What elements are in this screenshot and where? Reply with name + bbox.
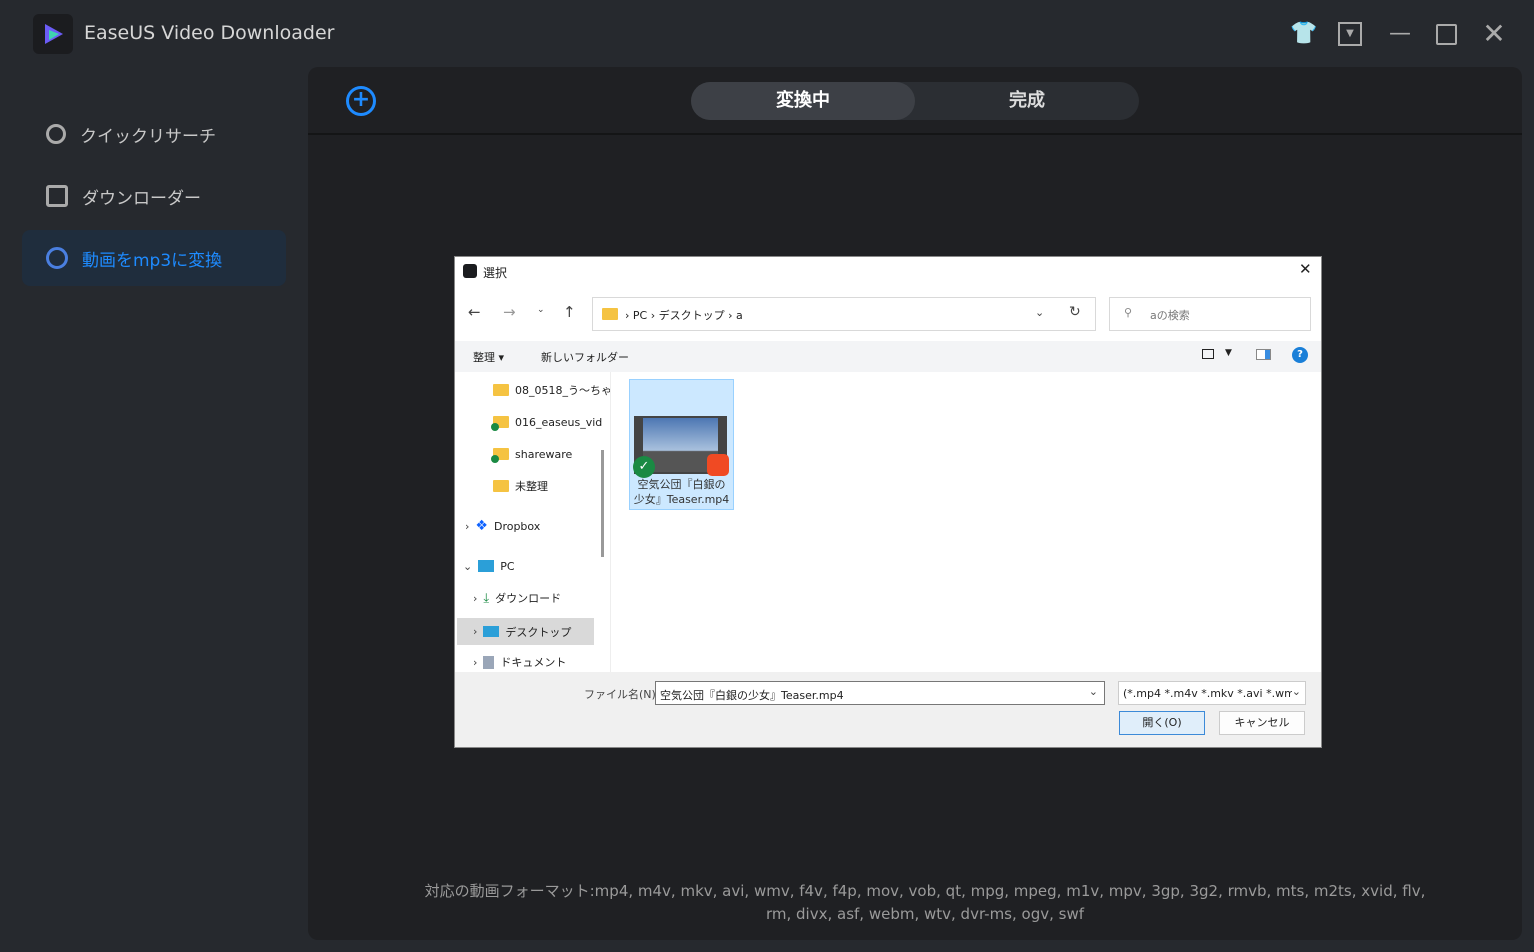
breadcrumb-a[interactable]: a — [736, 309, 743, 322]
organize-button[interactable]: 整理 ▾ — [473, 349, 504, 365]
back-icon[interactable]: ← — [468, 303, 481, 321]
expand-chevron-icon[interactable]: › — [473, 656, 477, 669]
app-logo — [33, 14, 73, 54]
forward-icon[interactable]: → — [503, 303, 516, 321]
search-icon: ⚲ — [1124, 306, 1133, 319]
address-bar[interactable]: › PC › デスクトップ › a ⌄ ↻ — [592, 297, 1096, 331]
tree-item[interactable]: › ⤓ ダウンロード — [473, 586, 561, 610]
skin-icon[interactable]: 👕 — [1290, 20, 1318, 48]
convert-icon — [46, 247, 68, 269]
folder-icon — [491, 416, 509, 431]
navigation-tree: 08_0518_う～ちゃ 016_easeus_vid shareware 未整… — [455, 372, 612, 674]
up-icon[interactable]: ↑ — [563, 303, 576, 321]
help-icon[interactable]: ? — [1292, 347, 1308, 363]
cancel-button[interactable]: キャンセル — [1219, 711, 1305, 735]
tree-item-label: shareware — [515, 447, 573, 461]
divider — [610, 372, 611, 672]
dialog-title: 選択 — [483, 266, 508, 280]
command-bar: 整理 ▾ 新しいフォルダー ▼ ? — [455, 341, 1321, 372]
file-name-line: 少女』Teaser.mp4 — [633, 493, 730, 506]
sidebar-item-label: 動画をmp3に変換 — [82, 250, 223, 271]
maximize-icon[interactable] — [1436, 24, 1457, 45]
filename-dropdown-icon[interactable]: ⌄ — [1089, 685, 1098, 698]
filename-value: 空気公団『白銀の少女』Teaser.mp4 — [660, 689, 844, 702]
breadcrumb-pc[interactable]: PC — [633, 309, 647, 322]
tree-item-label: ドキュメント — [500, 656, 567, 669]
dialog-close-icon[interactable]: ✕ — [1299, 260, 1312, 278]
filename-label: ファイル名(N): — [584, 688, 660, 701]
file-name-line: 空気公団『白銀の — [637, 478, 726, 491]
expand-chevron-icon[interactable]: › — [473, 625, 477, 638]
dropdown-menu-icon[interactable]: ▼ — [1338, 22, 1362, 46]
sidebar-item-quick-search[interactable]: クイックリサーチ — [22, 106, 286, 162]
organize-label: 整理 — [473, 351, 495, 364]
recent-chevron-icon[interactable]: ⌄ — [537, 305, 545, 315]
sync-check-icon: ✓ — [633, 456, 655, 478]
tree-item-label: 未整理 — [515, 480, 548, 493]
download-icon — [46, 185, 68, 207]
tree-item-label: 016_easeus_vid — [515, 415, 603, 429]
minimize-icon[interactable]: — — [1386, 20, 1414, 48]
folder-icon — [493, 384, 509, 396]
filename-input[interactable]: 空気公団『白銀の少女』Teaser.mp4 ⌄ — [655, 681, 1105, 705]
tree-scrollbar[interactable] — [601, 450, 604, 557]
file-type-select[interactable]: (*.mp4 *.m4v *.mkv *.avi *.wmv ⌄ — [1118, 681, 1306, 705]
tree-item-label: ダウンロード — [495, 592, 562, 605]
player-app-icon — [707, 454, 729, 476]
add-file-button[interactable]: + — [346, 86, 376, 116]
tree-item[interactable]: 016_easeus_vid — [491, 410, 603, 434]
dropbox-icon: ❖ — [475, 518, 488, 534]
breadcrumb-desktop[interactable]: デスクトップ — [659, 309, 725, 322]
dialog-app-icon — [463, 264, 477, 278]
folder-icon — [493, 480, 509, 492]
collapse-chevron-icon[interactable]: ⌄ — [463, 560, 472, 573]
sidebar-item-convert-mp3[interactable]: 動画をmp3に変換 — [22, 230, 286, 286]
desktop-icon — [483, 626, 500, 637]
preview-pane-icon[interactable] — [1256, 349, 1271, 360]
search-input[interactable]: ⚲ aの検索 — [1109, 297, 1311, 331]
tree-item[interactable]: › ❖ Dropbox — [465, 514, 540, 538]
download-folder-icon: ⤓ — [483, 590, 490, 606]
file-type-value: (*.mp4 *.m4v *.mkv *.avi *.wmv — [1123, 687, 1302, 700]
view-dropdown-icon[interactable]: ▼ — [1225, 348, 1232, 358]
folder-icon — [491, 448, 509, 463]
tab-converting[interactable]: 変換中 — [691, 82, 915, 120]
expand-chevron-icon[interactable]: › — [473, 592, 477, 605]
app-title: EaseUS Video Downloader — [84, 22, 335, 44]
refresh-icon[interactable]: ↻ — [1069, 304, 1081, 320]
document-icon — [483, 655, 495, 669]
tree-item-label: 08_0518_う～ちゃ — [515, 384, 612, 397]
status-tabs: 変換中 完成 — [691, 82, 1139, 120]
view-icon[interactable] — [1202, 349, 1214, 359]
supported-formats: 対応の動画フォーマット:mp4, m4v, mkv, avi, wmv, f4v… — [424, 882, 1426, 923]
tree-item-label: Dropbox — [493, 519, 541, 533]
sidebar-item-downloader[interactable]: ダウンローダー — [22, 168, 286, 224]
tree-item-label: PC — [500, 559, 515, 573]
close-icon[interactable]: ✕ — [1480, 20, 1508, 48]
tree-item[interactable]: shareware — [491, 442, 573, 466]
sidebar-item-label: ダウンローダー — [82, 188, 201, 209]
sidebar-item-label: クイックリサーチ — [80, 126, 216, 147]
tree-item[interactable]: › ドキュメント — [473, 650, 566, 674]
tree-item[interactable]: 未整理 — [493, 474, 548, 498]
folder-icon — [602, 308, 618, 320]
tree-item[interactable]: ⌄ PC — [463, 554, 515, 578]
pc-icon — [478, 560, 495, 572]
tab-completed[interactable]: 完成 — [915, 82, 1139, 120]
open-button[interactable]: 開く(O) — [1119, 711, 1205, 735]
expand-chevron-icon[interactable]: › — [465, 520, 469, 533]
dialog-footer: ファイル名(N): 空気公団『白銀の少女』Teaser.mp4 ⌄ (*.mp4 … — [455, 672, 1321, 747]
address-dropdown-icon[interactable]: ⌄ — [1035, 306, 1044, 319]
file-item-selected[interactable]: ✓ 空気公団『白銀の 少女』Teaser.mp4 — [629, 379, 734, 510]
search-placeholder: aの検索 — [1150, 309, 1190, 322]
new-folder-button[interactable]: 新しいフォルダー — [541, 349, 629, 365]
file-open-dialog: 選択 ✕ ← → ⌄ ↑ › PC › デスクトップ › a ⌄ ↻ ⚲ aの検… — [454, 256, 1322, 748]
tree-item-label: デスクトップ — [505, 625, 572, 639]
tree-item-selected[interactable]: › デスクトップ — [457, 618, 594, 645]
search-icon — [46, 124, 66, 144]
tree-item[interactable]: 08_0518_う～ちゃ — [493, 378, 612, 402]
file-type-dropdown-icon[interactable]: ⌄ — [1291, 685, 1301, 698]
